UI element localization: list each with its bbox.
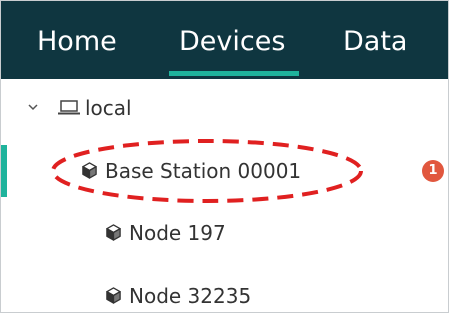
- tree-item-label: Base Station 00001: [105, 159, 302, 183]
- tab-devices[interactable]: Devices: [179, 21, 285, 63]
- app-window: Home Devices Data local Base Station 000…: [0, 0, 449, 313]
- tree-item-label: local: [85, 96, 132, 120]
- tab-home[interactable]: Home: [37, 21, 117, 63]
- tree-item-base-station[interactable]: Base Station 00001: [1, 145, 448, 197]
- laptop-icon: [58, 100, 80, 115]
- tree-item-label: Node 197: [129, 221, 226, 245]
- tree-item-node-32235[interactable]: Node 32235: [1, 270, 448, 312]
- top-navigation-bar: Home Devices Data: [1, 1, 448, 79]
- tab-data[interactable]: Data: [343, 21, 407, 63]
- device-tree: local Base Station 00001 Node 197 Node 3…: [1, 79, 448, 312]
- cube-icon: [106, 287, 121, 304]
- selection-indicator: [1, 145, 7, 197]
- notification-badge: 1: [422, 160, 444, 182]
- tree-item-local[interactable]: local: [1, 82, 448, 134]
- cube-icon: [106, 224, 121, 241]
- cube-icon: [82, 162, 97, 179]
- chevron-down-icon[interactable]: [27, 101, 39, 113]
- tree-item-node-197[interactable]: Node 197: [1, 207, 448, 259]
- active-tab-indicator: [169, 71, 299, 76]
- tree-item-label: Node 32235: [129, 284, 252, 308]
